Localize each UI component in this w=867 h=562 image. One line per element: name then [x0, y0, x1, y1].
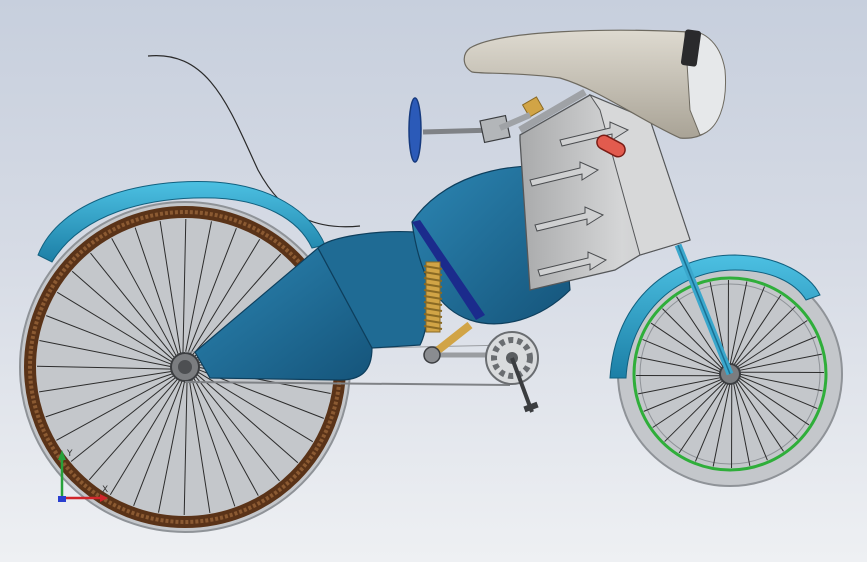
rear-axle [178, 360, 192, 374]
steering-wheel[interactable] [408, 97, 422, 163]
rear-shock-spring[interactable] [423, 261, 443, 333]
bicycle-model-scene[interactable]: X Y [0, 0, 867, 562]
steering-joint [479, 114, 511, 144]
triad-x-label: X [102, 485, 108, 495]
triad-y-label: Y [66, 449, 73, 459]
cad-viewport[interactable]: X Y [0, 0, 867, 562]
